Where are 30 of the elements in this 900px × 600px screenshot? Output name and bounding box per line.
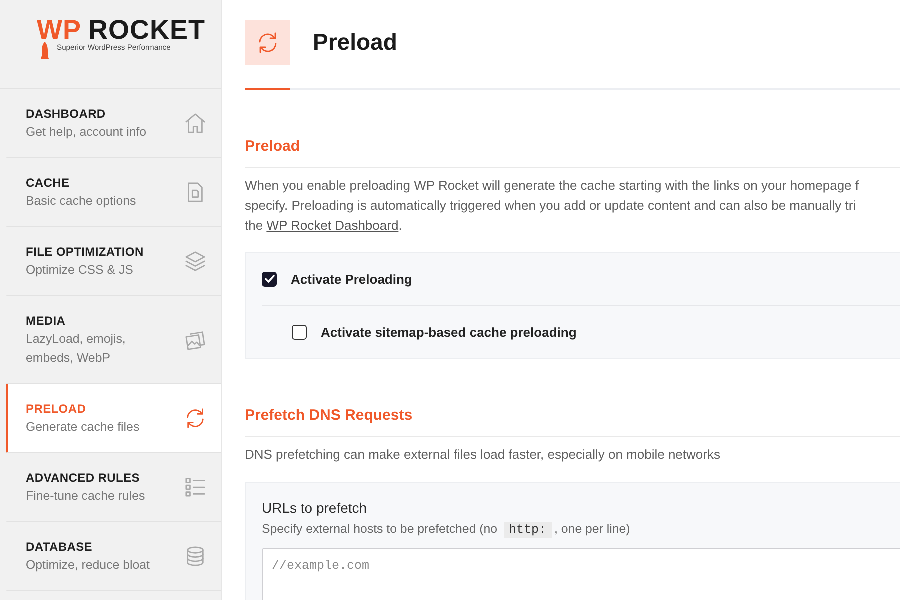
images-icon [184,328,207,352]
checkmark-icon [264,275,274,283]
section-heading: Prefetch DNS Requests [245,406,900,437]
dashboard-link[interactable]: WP Rocket Dashboard [266,218,399,233]
checkbox-label[interactable]: Activate Preloading [291,272,412,286]
url-textarea[interactable]: //example.com [262,548,900,600]
section-heading: Preload [245,137,900,168]
logo-accent-text: WP [37,15,82,45]
house-icon [184,112,207,135]
checkbox[interactable] [262,272,277,286]
sidebar-item[interactable]: FILE OPTIMIZATION Optimize CSS & JS [6,227,221,296]
sidebar-item[interactable]: CACHE Basic cache options [6,158,221,227]
sidebar-item[interactable]: PRELOAD Generate cache files [6,384,221,453]
logo-text: ROCKET [88,15,206,45]
page-title: Preload [313,29,398,56]
sidebar-item[interactable]: DASHBOARD Get help, account info [6,89,221,158]
field-hint: Specify external hosts to be prefetched (no http: , one per line) [262,521,632,540]
database-icon [184,545,207,568]
sidebar-item[interactable]: DATABASE Optimize, reduce bloat [6,522,221,591]
rocket-icon [41,42,49,60]
checklist-icon [184,476,207,499]
refresh-icon [184,407,207,430]
checkbox[interactable] [292,324,307,340]
field-label: URLs to prefetch [262,499,368,517]
layers-icon [184,250,207,273]
sidebar-item[interactable]: ADVANCED RULES Fine-tune cache rules [6,453,221,522]
section-description: DNS prefetching can make external files load faster, especially on mobile networks [245,446,722,464]
checkbox-label[interactable]: Activate sitemap-based cache preloading [321,324,577,340]
tab-indicator [245,88,290,90]
section-description: When you enable preloading WP Rocket will generate the cache starting with the links on your homepage f specify. Preloading is automatically triggered when you add or update content and can also be manually tri the WP Rocket Dashboard. [245,177,860,235]
